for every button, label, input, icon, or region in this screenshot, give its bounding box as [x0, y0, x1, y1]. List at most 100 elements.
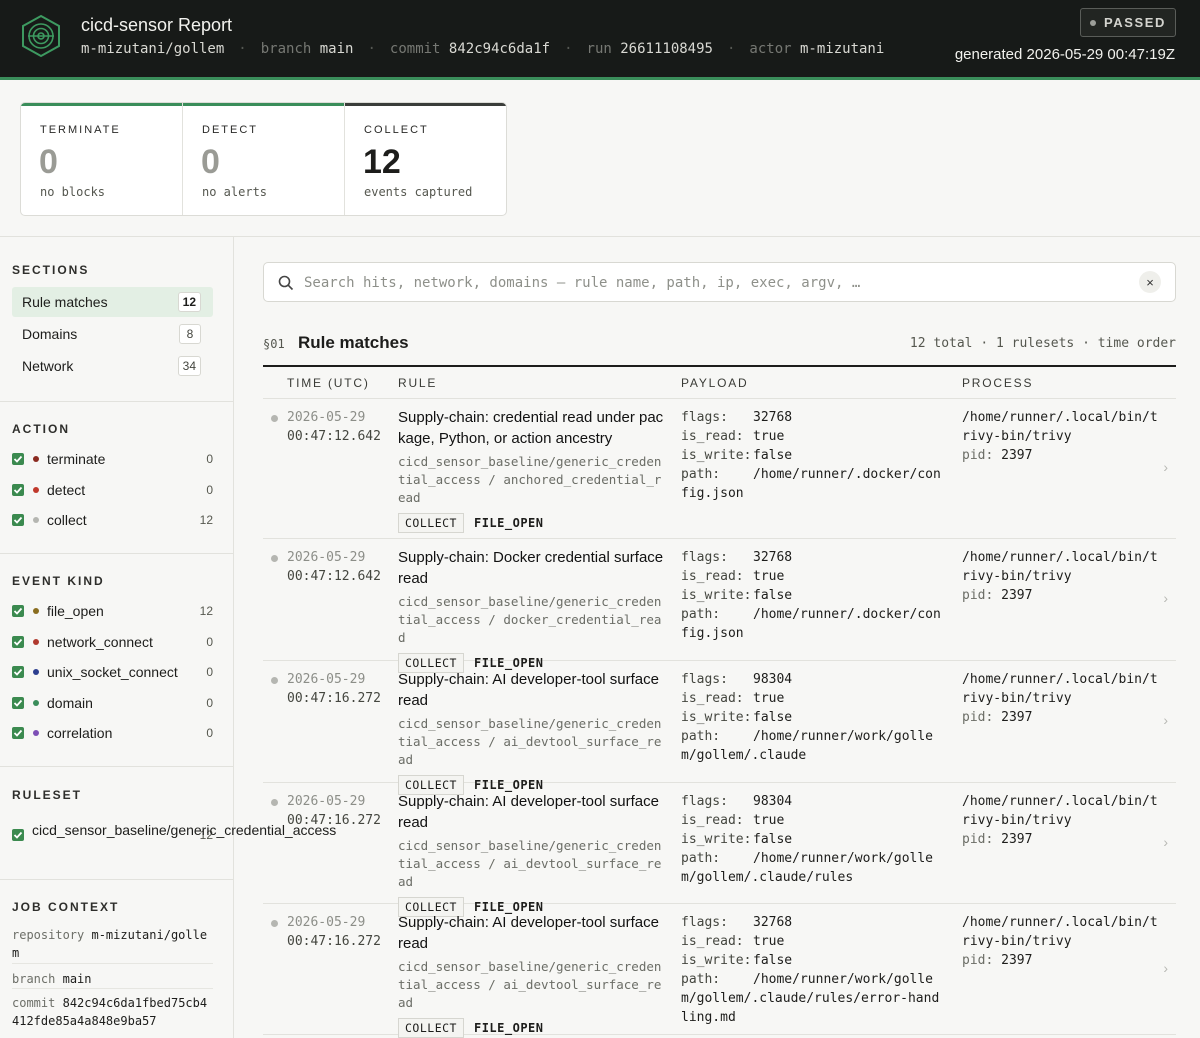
card-accent-bar [345, 103, 506, 106]
payload-value: true [753, 934, 785, 949]
row-clock: 00:47:16.272 [287, 934, 381, 949]
payload-key: is_write: [681, 832, 752, 847]
run-key: run [586, 41, 612, 57]
color-dot-icon [33, 638, 39, 645]
filter-terminate[interactable]: terminate 0 [12, 448, 217, 470]
rule-name: Supply-chain: Docker credential surface … [398, 549, 664, 587]
checkbox-checked-icon[interactable] [12, 727, 24, 739]
filter-collect[interactable]: collect 12 [12, 509, 217, 531]
payload-key: path: [681, 467, 721, 482]
payload-value: 32768 [753, 410, 793, 425]
checkbox-checked-icon[interactable] [12, 696, 24, 709]
rule-name: Supply-chain: AI developer-tool surface … [398, 793, 659, 831]
report-header: cicd-sensor Report m-mizutani/gollem · bra… [0, 0, 1200, 80]
job-context-key: repository [12, 928, 85, 942]
checkbox-checked-icon[interactable] [12, 605, 24, 617]
chevron-right-icon[interactable]: › [1163, 960, 1168, 976]
card-value: 0 [39, 143, 58, 181]
job-context-key: commit [12, 996, 56, 1010]
pid-value: 2397 [1001, 832, 1033, 847]
section-nav-domains[interactable]: Domains 8 [12, 319, 213, 349]
summary-cards: TERMINATE 0 no blocks DETECT 0 no alerts COLLE… [20, 102, 507, 216]
payload-key: is_write: [681, 710, 752, 725]
chevron-right-icon[interactable]: › [1163, 590, 1168, 606]
chevron-right-icon[interactable]: › [1163, 712, 1168, 728]
filter-detect[interactable]: detect 0 [12, 479, 217, 501]
rule-name: Supply-chain: AI developer-tool surface … [398, 914, 659, 952]
row-status-dot-icon [271, 920, 278, 927]
process-pid: pid: 2397 [962, 951, 1162, 970]
divider [12, 963, 213, 964]
action-badge: COLLECT [398, 513, 464, 533]
payload-is-read: is_read: true [681, 427, 946, 446]
event-kind-badge: FILE_OPEN [473, 1021, 544, 1035]
chevron-right-icon[interactable]: › [1163, 834, 1168, 850]
payload-is-write: is_write: false [681, 830, 946, 849]
row-process: /home/runner/.local/bin/trivy-bin/trivy p… [962, 670, 1162, 727]
process-exe: /home/runner/.local/bin/trivy-bin/trivy [962, 672, 1158, 706]
payload-is-write: is_write: false [681, 951, 946, 970]
row-clock: 00:47:12.642 [287, 429, 381, 444]
filter-network-connect[interactable]: network_connect 0 [12, 631, 217, 653]
color-dot-icon [33, 456, 39, 462]
payload-value: false [753, 710, 793, 725]
filter-count: 0 [206, 482, 213, 497]
payload-key: path: [681, 607, 721, 622]
ruleset-heading: RULESET [12, 788, 83, 802]
sidebar: SECTIONS Rule matches 12 Domains 8 Network 34… [0, 237, 337, 1038]
checkbox-checked-icon[interactable] [12, 829, 24, 841]
color-dot-icon [33, 730, 39, 736]
table-row[interactable]: 2026-05-29 00:47:12.642 Supply-chain: Dock… [263, 539, 1176, 673]
section-nav-label: Rule matches [22, 294, 108, 310]
clear-search-button[interactable]: × [1139, 271, 1161, 293]
filter-unix-socket-connect[interactable]: unix_socket_connect 0 [12, 661, 217, 683]
checkbox-checked-icon[interactable] [12, 635, 24, 648]
card-subtext: events captured [364, 185, 473, 199]
filter-file-open[interactable]: file_open 12 [12, 600, 217, 622]
pid-key: pid: [962, 710, 994, 725]
ruleset-label: cicd_sensor_baseline/generic_credential_… [32, 822, 337, 838]
payload-key: is_read: [681, 429, 744, 444]
filter-count: 0 [206, 452, 213, 466]
payload-is-read: is_read: true [681, 932, 946, 951]
table-row[interactable]: 2026-05-29 00:47:12.642 Supply-chain: cred… [263, 399, 1176, 539]
pid-key: pid: [962, 953, 994, 968]
filter-domain[interactable]: domain 0 [12, 692, 217, 714]
row-rule: Supply-chain: AI developer-tool surface … [398, 669, 668, 795]
filter-label: network_connect [47, 633, 153, 650]
pid-key: pid: [962, 832, 994, 847]
divider [0, 879, 234, 880]
row-date: 2026-05-29 [287, 915, 366, 930]
checkbox-checked-icon[interactable] [12, 666, 24, 678]
process-exe: /home/runner/.local/bin/trivy-bin/trivy [962, 794, 1158, 828]
payload-value: 32768 [753, 550, 793, 565]
payload-value: false [753, 832, 793, 847]
payload-key: is_read: [681, 569, 744, 584]
payload-is-write: is_write: false [681, 586, 946, 605]
payload-flags: flags: 98304 [681, 792, 946, 811]
row-rule: Supply-chain: credential read under pack… [398, 407, 668, 533]
row-process: /home/runner/.local/bin/trivy-bin/trivy p… [962, 913, 1162, 970]
checkbox-checked-icon[interactable] [12, 483, 24, 496]
table-row[interactable]: 2026-05-29 00:47:16.272 Supply-chain: AI d… [263, 783, 1176, 917]
checkbox-checked-icon[interactable] [12, 514, 24, 526]
row-date: 2026-05-29 [287, 550, 366, 565]
table-row[interactable]: 2026-05-29 00:47:16.272 Supply-chain: AI d… [263, 661, 1176, 795]
section-nav-count: 34 [177, 356, 201, 376]
filter-label: unix_socket_connect [47, 664, 178, 680]
search-bar[interactable]: × [263, 262, 1176, 302]
payload-path: path:/home/runner/.docker/config.json [681, 605, 946, 643]
search-input[interactable] [304, 271, 1124, 295]
section-nav-network[interactable]: Network 34 [12, 351, 213, 381]
checkbox-checked-icon[interactable] [12, 453, 24, 465]
section-number: §01 [263, 337, 285, 351]
payload-value: false [753, 588, 793, 603]
row-payload: flags: 32768 is_read: true is_write: false pat… [681, 548, 946, 643]
table-row[interactable]: 2026-05-29 00:47:16.272 Supply-chain: AI d… [263, 904, 1176, 1038]
row-date: 2026-05-29 [287, 672, 366, 687]
chevron-right-icon[interactable]: › [1163, 459, 1168, 475]
section-nav-rule-matches[interactable]: Rule matches 12 [12, 287, 213, 317]
divider [0, 553, 234, 554]
rule-path: cicd_sensor_baseline/generic_credential_… [398, 454, 662, 505]
filter-correlation[interactable]: correlation 0 [12, 722, 217, 744]
